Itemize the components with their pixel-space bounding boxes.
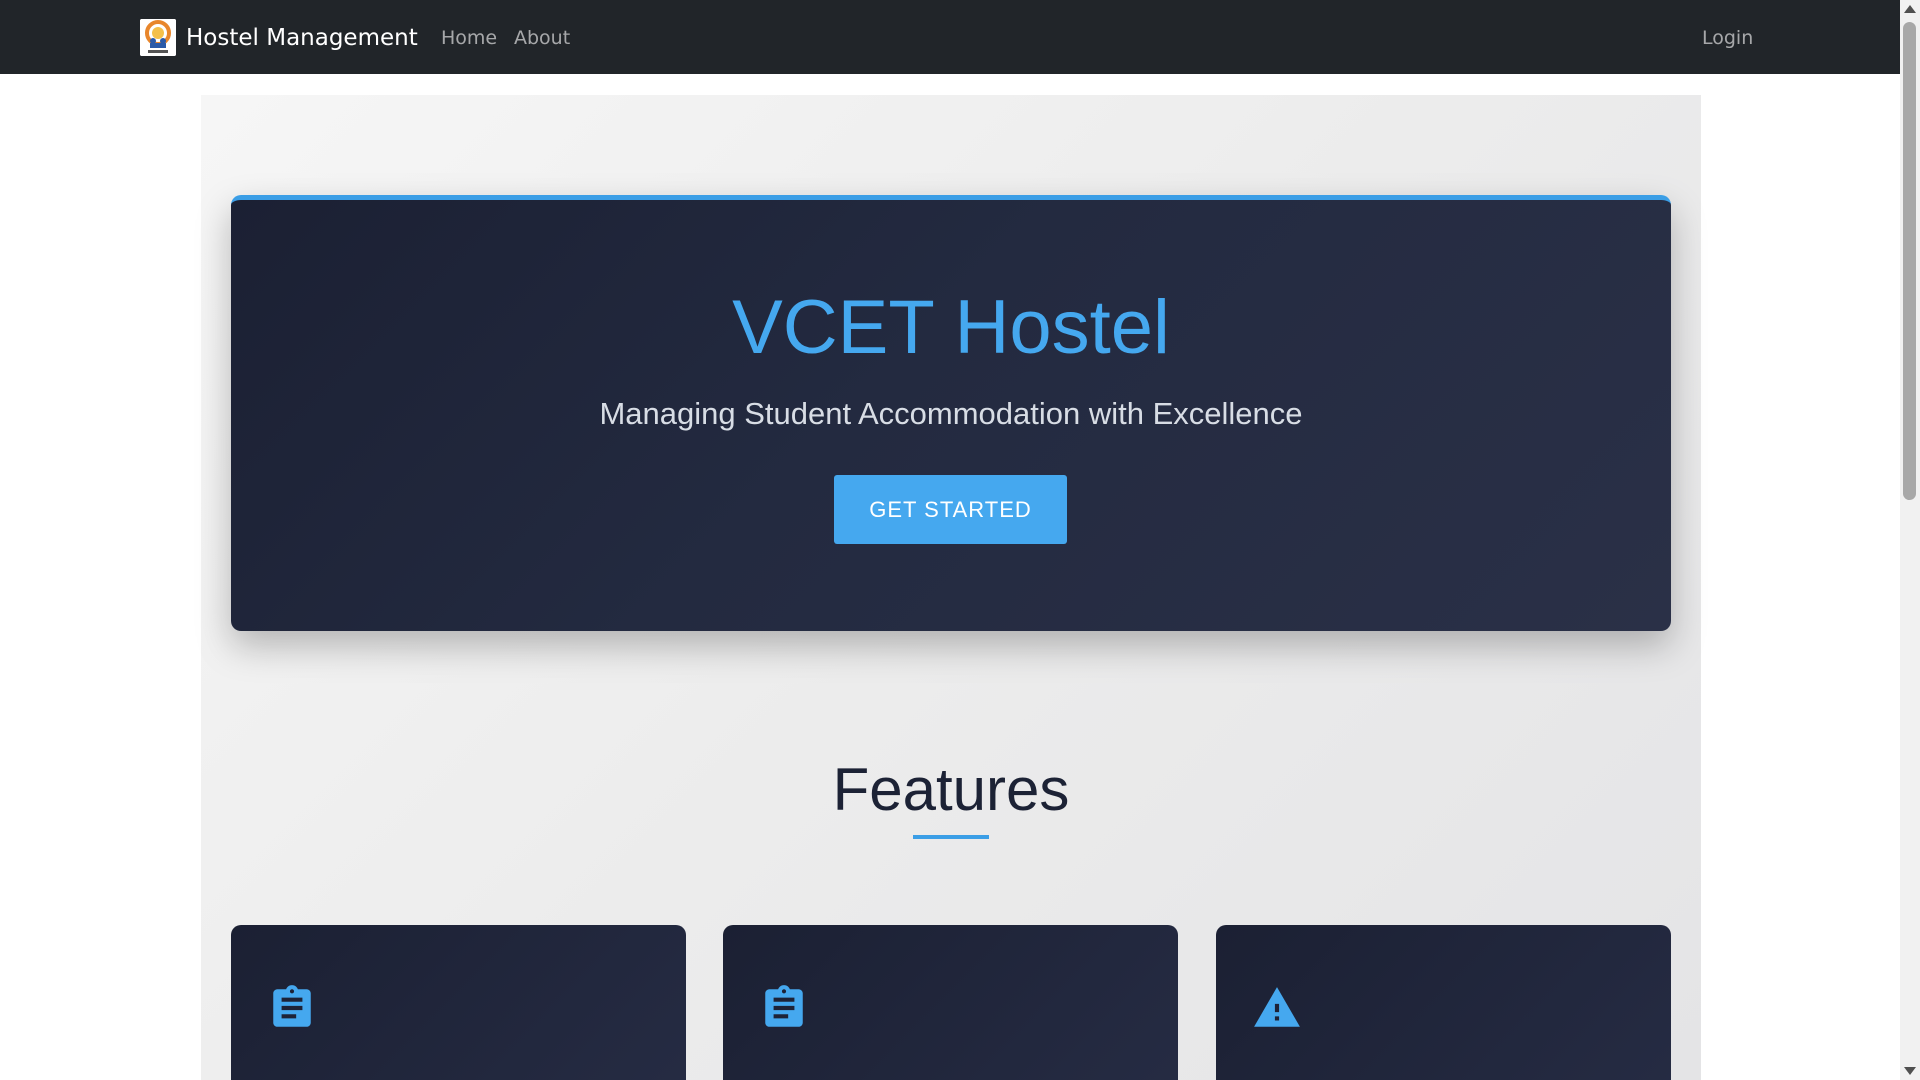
feature-card[interactable] bbox=[1216, 925, 1671, 1080]
scroll-down-icon[interactable] bbox=[1904, 1067, 1916, 1075]
page: Hostel Management Home About Login VCET … bbox=[0, 0, 1920, 1080]
features-underline bbox=[913, 835, 989, 839]
scroll-up-icon[interactable] bbox=[1904, 5, 1916, 13]
main-container: VCET Hostel Managing Student Accommodati… bbox=[201, 95, 1701, 1080]
hero-subtitle: Managing Student Accommodation with Exce… bbox=[599, 396, 1303, 431]
nav-link-home[interactable]: Home bbox=[441, 24, 497, 52]
get-started-button[interactable]: GET STARTED bbox=[834, 475, 1067, 544]
features-heading: Features bbox=[832, 756, 1070, 823]
warning-icon bbox=[1254, 987, 1300, 1027]
feature-card[interactable] bbox=[723, 925, 1178, 1080]
clipboard-icon bbox=[765, 985, 803, 1027]
vcet-logo-icon bbox=[140, 19, 176, 56]
vertical-scrollbar[interactable] bbox=[1900, 0, 1920, 1080]
nav-link-about[interactable]: About bbox=[514, 24, 570, 52]
feature-card[interactable] bbox=[231, 925, 686, 1080]
clipboard-icon bbox=[273, 985, 311, 1027]
top-navbar: Hostel Management Home About Login bbox=[0, 0, 1900, 74]
scrollbar-thumb[interactable] bbox=[1903, 22, 1916, 500]
hero-title: VCET Hostel bbox=[732, 285, 1170, 370]
navbar-brand[interactable]: Hostel Management bbox=[140, 19, 418, 56]
nav-link-login[interactable]: Login bbox=[1702, 24, 1753, 52]
brand-title: Hostel Management bbox=[186, 24, 418, 51]
hero-section: VCET Hostel Managing Student Accommodati… bbox=[231, 195, 1671, 631]
